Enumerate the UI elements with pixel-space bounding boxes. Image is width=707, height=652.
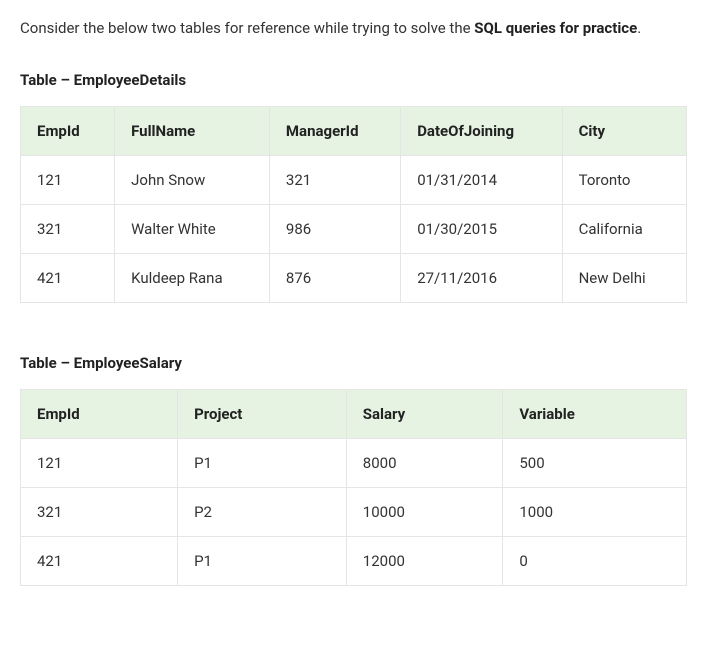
table-header-cell: ManagerId — [269, 107, 400, 156]
table-header-cell: Project — [178, 390, 347, 439]
table-header-cell: FullName — [115, 107, 270, 156]
table-row: 421 P1 12000 0 — [21, 537, 687, 586]
table-cell: P1 — [178, 439, 347, 488]
intro-text-before: Consider the below two tables for refere… — [20, 19, 474, 37]
table-cell: 321 — [21, 205, 115, 254]
table-header-row: EmpId FullName ManagerId DateOfJoining C… — [21, 107, 687, 156]
employee-salary-table: EmpId Project Salary Variable 121 P1 800… — [20, 389, 687, 586]
table-cell: John Snow — [115, 156, 270, 205]
table1-title: Table – EmployeeDetails — [20, 68, 687, 92]
table-cell: P1 — [178, 537, 347, 586]
table-cell: 27/11/2016 — [401, 254, 562, 303]
table-cell: 321 — [21, 488, 178, 537]
intro-paragraph: Consider the below two tables for refere… — [20, 16, 687, 40]
table-header-cell: EmpId — [21, 107, 115, 156]
table-cell: 500 — [503, 439, 687, 488]
table-row: 421 Kuldeep Rana 876 27/11/2016 New Delh… — [21, 254, 687, 303]
table-cell: New Delhi — [562, 254, 686, 303]
table-cell: 12000 — [346, 537, 503, 586]
table-cell: P2 — [178, 488, 347, 537]
table-cell: 121 — [21, 156, 115, 205]
table-cell: 421 — [21, 537, 178, 586]
table-cell: 8000 — [346, 439, 503, 488]
table-cell: Walter White — [115, 205, 270, 254]
table-cell: 01/31/2014 — [401, 156, 562, 205]
table-cell: Kuldeep Rana — [115, 254, 270, 303]
intro-text-after: . — [637, 19, 641, 37]
table-cell: California — [562, 205, 686, 254]
table-header-row: EmpId Project Salary Variable — [21, 390, 687, 439]
table-cell: 01/30/2015 — [401, 205, 562, 254]
table-header-cell: Salary — [346, 390, 503, 439]
table-cell: 1000 — [503, 488, 687, 537]
intro-bold: SQL queries for practice — [474, 19, 637, 37]
table-cell: 421 — [21, 254, 115, 303]
table-cell: Toronto — [562, 156, 686, 205]
table-cell: 0 — [503, 537, 687, 586]
employee-details-table: EmpId FullName ManagerId DateOfJoining C… — [20, 106, 687, 303]
table-cell: 121 — [21, 439, 178, 488]
table-row: 321 Walter White 986 01/30/2015 Californ… — [21, 205, 687, 254]
table-cell: 321 — [269, 156, 400, 205]
table-header-cell: Variable — [503, 390, 687, 439]
table-row: 321 P2 10000 1000 — [21, 488, 687, 537]
table-row: 121 P1 8000 500 — [21, 439, 687, 488]
table-header-cell: EmpId — [21, 390, 178, 439]
table2-title: Table – EmployeeSalary — [20, 351, 687, 375]
table-cell: 10000 — [346, 488, 503, 537]
table-row: 121 John Snow 321 01/31/2014 Toronto — [21, 156, 687, 205]
table-cell: 986 — [269, 205, 400, 254]
table-header-cell: City — [562, 107, 686, 156]
table-cell: 876 — [269, 254, 400, 303]
table-header-cell: DateOfJoining — [401, 107, 562, 156]
